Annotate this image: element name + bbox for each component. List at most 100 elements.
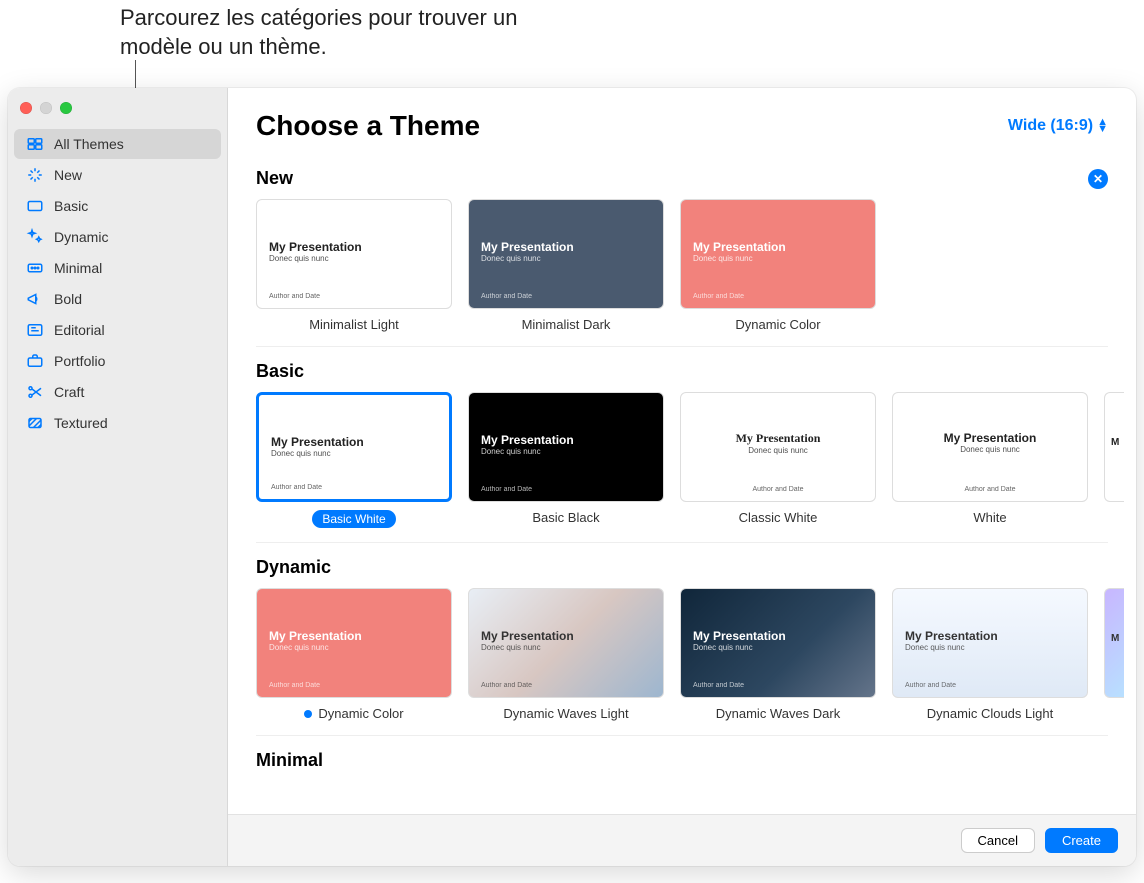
section-title: Dynamic <box>256 557 331 578</box>
preview-author: Author and Date <box>681 486 875 493</box>
theme-item-dynamic-waves-light[interactable]: My PresentationDonec quis nuncAuthor and… <box>468 588 664 721</box>
theme-section-basic: BasicMy PresentationDonec quis nuncAutho… <box>256 361 1108 543</box>
sidebar-item-textured[interactable]: Textured <box>14 408 221 438</box>
theme-thumbnail: My PresentationDonec quis nuncAuthor and… <box>468 392 664 502</box>
close-window-button[interactable] <box>20 102 32 114</box>
theme-label: Dynamic Waves Dark <box>680 706 876 721</box>
theme-item-dynamic-waves-dark[interactable]: My PresentationDonec quis nuncAuthor and… <box>680 588 876 721</box>
theme-thumbnail: My PresentationDonec quis nunc Author and… <box>256 392 452 502</box>
theme-thumbnail: My PresentationDonec quis nunc Author and… <box>256 588 452 698</box>
cancel-button[interactable]: Cancel <box>961 828 1035 853</box>
preview-title: My Presentation <box>271 435 364 449</box>
preview-subtitle: Donec quis nunc <box>481 447 574 456</box>
briefcase-icon <box>26 352 44 370</box>
preview-author: Author and Date <box>693 682 744 689</box>
theme-label: Dynamic Clouds Light <box>892 706 1088 721</box>
sidebar-item-label: Editorial <box>54 322 105 338</box>
new-indicator-dot-icon <box>304 710 312 718</box>
preview-author: Author and Date <box>271 484 322 491</box>
theme-label: Minimalist Light <box>256 317 452 332</box>
rectangle-icon <box>26 197 44 215</box>
preview-author: Author and Date <box>269 682 320 689</box>
theme-thumbnail: My PresentationDonec quis nuncAuthor and… <box>468 199 664 309</box>
create-button[interactable]: Create <box>1045 828 1118 853</box>
selected-theme-pill: Basic White <box>312 510 395 528</box>
aspect-ratio-select[interactable]: Wide (16:9) ▲▼ <box>1008 117 1108 135</box>
preview-author: Author and Date <box>481 486 532 493</box>
theme-thumbnail: My PresentationDonec quis nuncAuthor and… <box>256 199 452 309</box>
sidebar-item-new[interactable]: New <box>14 160 221 190</box>
sidebar-item-label: Dynamic <box>54 229 108 245</box>
sidebar-item-all-themes[interactable]: All Themes <box>14 129 221 159</box>
texture-icon <box>26 414 44 432</box>
sparkle-icon <box>26 166 44 184</box>
sidebar-item-label: Basic <box>54 198 88 214</box>
preview-author: Author and Date <box>893 486 1087 493</box>
scissors-icon <box>26 383 44 401</box>
main-scroll[interactable]: Choose a Theme Wide (16:9) ▲▼ New ✕ My Pre… <box>228 88 1136 814</box>
sidebar-item-editorial[interactable]: Editorial <box>14 315 221 345</box>
theme-label: Dynamic Color <box>680 317 876 332</box>
theme-item-minimalist-light[interactable]: My PresentationDonec quis nuncAuthor and… <box>256 199 452 332</box>
sidebar-item-label: Minimal <box>54 260 102 276</box>
theme-chooser-window: All Themes New Basic Dynamic Minimal Bold Edit… <box>8 88 1136 866</box>
preview-subtitle: Donec quis nunc <box>481 643 574 652</box>
theme-item-dynamic-clouds-light[interactable]: My PresentationDonec quis nuncAuthor and… <box>892 588 1088 721</box>
theme-item-minimalist-dark[interactable]: My PresentationDonec quis nuncAuthor and… <box>468 199 664 332</box>
megaphone-icon <box>26 290 44 308</box>
sidebar-item-label: New <box>54 167 82 183</box>
theme-item-dynamic-color[interactable]: My PresentationDonec quis nuncAuthor and… <box>680 199 876 332</box>
preview-subtitle: Donec quis nunc <box>269 643 362 652</box>
theme-row: My PresentationDonec quis nuncAuthor and… <box>256 199 1108 347</box>
theme-item-basic-white[interactable]: My PresentationDonec quis nunc Author and… <box>256 392 452 528</box>
main-panel: Choose a Theme Wide (16:9) ▲▼ New ✕ My Pre… <box>228 88 1136 866</box>
theme-thumbnail: My PresentationDonec quis nuncAuthor and… <box>468 588 664 698</box>
preview-title: My Presentation <box>481 629 574 643</box>
sidebar-item-portfolio[interactable]: Portfolio <box>14 346 221 376</box>
dismiss-section-button[interactable]: ✕ <box>1088 169 1108 189</box>
sidebar-item-bold[interactable]: Bold <box>14 284 221 314</box>
preview-subtitle: Donec quis nunc <box>905 643 998 652</box>
sidebar-item-basic[interactable]: Basic <box>14 191 221 221</box>
preview-subtitle: Donec quis nunc <box>481 254 574 263</box>
sidebar-item-minimal[interactable]: Minimal <box>14 253 221 283</box>
preview-title: My Presentation <box>269 240 362 254</box>
section-title: Minimal <box>256 750 323 771</box>
preview-subtitle: Donec quis nunc <box>693 643 786 652</box>
preview-subtitle: Donec quis nunc <box>693 254 786 263</box>
theme-row: My PresentationDonec quis nuncAuthor and… <box>256 392 1108 543</box>
theme-item-dynamic-color[interactable]: My PresentationDonec quis nunc Author and… <box>256 588 452 721</box>
theme-label: Dynamic Waves Light <box>468 706 664 721</box>
preview-subtitle: Donec quis nunc <box>269 254 362 263</box>
preview-subtitle: Donec quis nunc <box>271 449 364 458</box>
preview-title: My Presentation <box>481 240 574 254</box>
sidebar-item-dynamic[interactable]: Dynamic <box>14 222 221 252</box>
theme-item-basic-black[interactable]: My PresentationDonec quis nuncAuthor and… <box>468 392 664 528</box>
zoom-window-button[interactable] <box>60 102 72 114</box>
theme-row <box>256 781 1108 795</box>
page-title: Choose a Theme <box>256 110 480 142</box>
theme-label: Minimalist Dark <box>468 317 664 332</box>
theme-label: White <box>892 510 1088 525</box>
preview-title: My Presentation <box>905 629 998 643</box>
sidebar-item-label: Bold <box>54 291 82 307</box>
theme-section-dynamic: DynamicMy PresentationDonec quis nuncAut… <box>256 557 1108 736</box>
theme-row: My PresentationDonec quis nuncAuthor and… <box>256 588 1108 736</box>
preview-title: My Presentation <box>269 629 362 643</box>
minimize-window-button[interactable] <box>40 102 52 114</box>
section-title: Basic <box>256 361 304 382</box>
section-title: New <box>256 168 293 189</box>
preview-subtitle: Donec quis nunc <box>681 446 875 455</box>
preview-title: My Presentation <box>893 431 1087 445</box>
sidebar-item-craft[interactable]: Craft <box>14 377 221 407</box>
theme-item-classic-white[interactable]: My PresentationDonec quis nuncAuthor and… <box>680 392 876 528</box>
updown-chevron-icon: ▲▼ <box>1097 119 1108 133</box>
theme-thumbnail-overflow: M <box>1104 392 1124 502</box>
theme-thumbnail: My PresentationDonec quis nuncAuthor and… <box>892 588 1088 698</box>
theme-thumbnail: My PresentationDonec quis nuncAuthor and… <box>680 392 876 502</box>
dots-icon <box>26 259 44 277</box>
stars-icon <box>26 228 44 246</box>
theme-item-white[interactable]: My PresentationDonec quis nuncAuthor and… <box>892 392 1088 528</box>
sidebar-item-label: All Themes <box>54 136 124 152</box>
grid-icon <box>26 135 44 153</box>
